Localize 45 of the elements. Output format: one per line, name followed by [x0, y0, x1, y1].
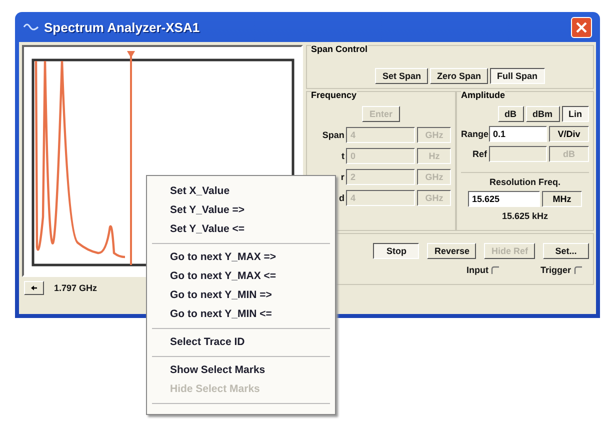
menu-item[interactable]: Show Select Marks: [150, 361, 332, 380]
span-button[interactable]: Set Span: [375, 68, 428, 84]
resolution-label: Resolution Freq.: [489, 177, 560, 187]
terminal-label: Input: [466, 265, 488, 275]
control-button[interactable]: Reverse: [427, 243, 476, 259]
menu-item[interactable]: Set Y_Value <=: [150, 220, 332, 239]
control-button[interactable]: Set...: [543, 243, 589, 259]
amplitude-button[interactable]: Lin: [562, 106, 589, 122]
marker-arrow-button[interactable]: [24, 281, 44, 295]
field-label: Range: [461, 129, 487, 139]
amplitude-button[interactable]: dB: [498, 106, 524, 122]
field-label: Ref: [471, 149, 487, 159]
group-title: Frequency: [311, 90, 357, 100]
terminal-label: Trigger: [540, 265, 571, 275]
close-button[interactable]: [571, 16, 592, 38]
cursor-frequency-reading: 1.797 GHz: [54, 283, 98, 293]
field-label: d: [338, 193, 344, 203]
unit-field[interactable]: MHz: [542, 191, 582, 207]
field-label: Span: [321, 130, 344, 140]
resolution-reading: 15.625 kHz: [502, 211, 548, 221]
terminal-icon[interactable]: [574, 266, 583, 274]
menu-item[interactable]: Set Y_Value =>: [150, 201, 332, 220]
app-icon: [23, 22, 39, 32]
menu-item[interactable]: Go to next Y_MIN =>: [150, 286, 332, 305]
marker-cursor[interactable]: [127, 51, 135, 265]
field-label: r: [340, 172, 344, 182]
menu-item[interactable]: Go to next Y_MAX =>: [150, 248, 332, 267]
menu-item[interactable]: Go to next Y_MIN <=: [150, 305, 332, 324]
menu-item[interactable]: Set X_Value: [150, 182, 332, 201]
amplitude-button[interactable]: dBm: [526, 106, 560, 122]
field-label: t: [340, 151, 344, 161]
control-button[interactable]: Stop: [373, 243, 420, 259]
span-button[interactable]: Full Span: [490, 68, 545, 84]
left-arrow-icon: [31, 284, 37, 292]
terminal-icon[interactable]: [491, 266, 500, 274]
menu-item[interactable]: Select Trace ID: [150, 333, 332, 352]
group-title: Span Control: [311, 44, 368, 54]
unit-field[interactable]: V/Div: [549, 126, 589, 142]
menu-item[interactable]: Go to next Y_MAX <=: [150, 267, 332, 286]
amplitude-input-field[interactable]: 0.1: [489, 126, 547, 142]
close-icon: [576, 22, 587, 32]
group-title: Amplitude: [461, 90, 505, 100]
resolution-input-field[interactable]: 15.625: [468, 191, 540, 207]
span-button[interactable]: Zero Span: [430, 68, 488, 84]
window-title: Spectrum Analyzer-XSA1: [44, 20, 200, 34]
